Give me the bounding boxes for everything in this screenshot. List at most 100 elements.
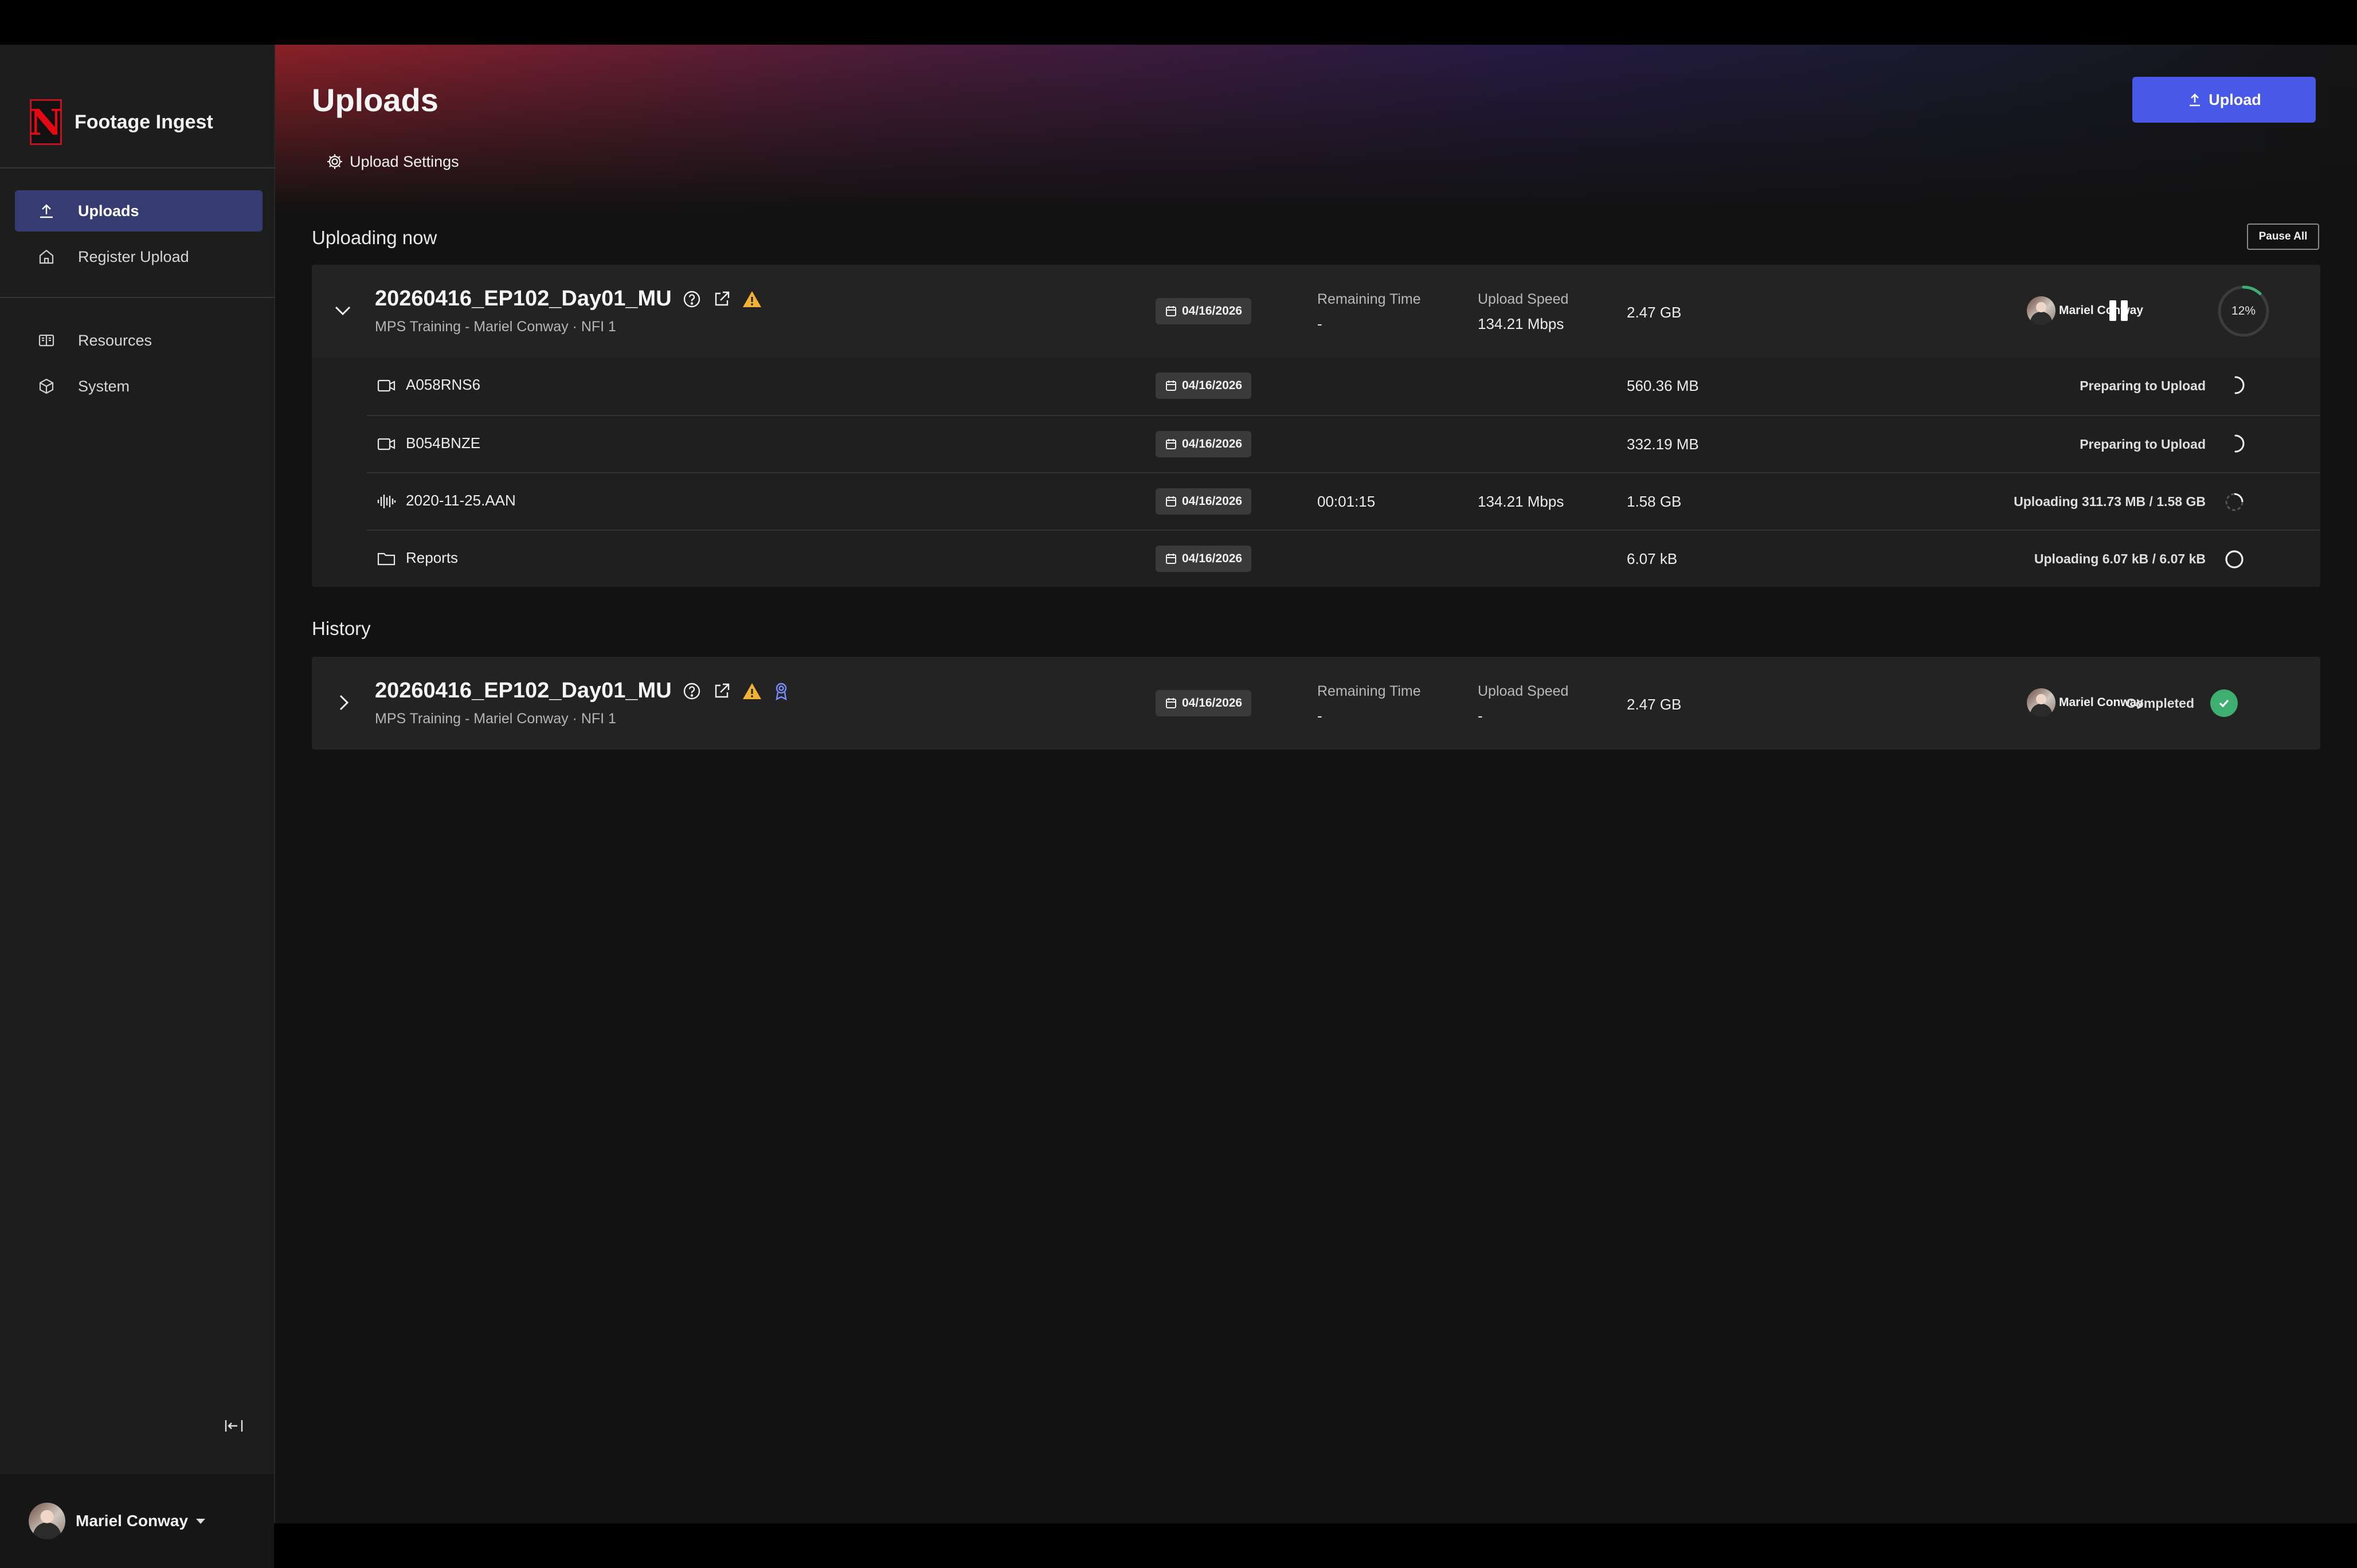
file-size: 6.07 kB xyxy=(1627,550,1678,567)
section-title-history: History xyxy=(312,618,371,639)
upload-icon xyxy=(37,201,56,221)
calendar-icon xyxy=(1166,439,1176,449)
app-title: Footage Ingest xyxy=(75,111,213,133)
collapse-sidebar-icon[interactable] xyxy=(222,1414,245,1437)
group-size: 2.47 GB xyxy=(1627,304,1682,321)
upload-speed-label: Upload Speed xyxy=(1478,683,1569,699)
user-menu[interactable]: Mariel Conway xyxy=(0,1474,274,1568)
sidebar-item-label: Register Upload xyxy=(78,248,189,265)
upload-group-card: 20260416_EP102_Day01_MU MPS Training - M… xyxy=(312,265,2320,587)
history-group-header[interactable]: 20260416_EP102_Day01_MU MPS Training - M… xyxy=(312,657,2320,750)
warning-icon xyxy=(742,681,762,701)
video-camera-icon xyxy=(377,438,396,450)
avatar xyxy=(29,1503,65,1539)
check-icon xyxy=(2210,689,2238,717)
calendar-icon xyxy=(1166,698,1176,708)
external-link-icon[interactable] xyxy=(712,681,731,701)
brand[interactable]: N Footage Ingest xyxy=(30,97,213,147)
netflix-logo: N xyxy=(30,99,62,145)
remaining-time-value: - xyxy=(1317,707,1322,724)
upload-group-header[interactable]: 20260416_EP102_Day01_MU MPS Training - M… xyxy=(312,265,2320,358)
pause-icon[interactable] xyxy=(2107,298,2130,323)
sidebar: N Footage Ingest Uploads Register Upload… xyxy=(0,45,275,1568)
date-chip: 04/16/2026 xyxy=(1156,488,1252,515)
file-row[interactable]: 2020-11-25.AAN 04/16/2026 00:01:15 134.2… xyxy=(367,472,2320,530)
file-size: 332.19 MB xyxy=(1627,436,1699,453)
spinner-icon xyxy=(2234,376,2245,394)
help-icon[interactable] xyxy=(682,289,702,309)
file-status: Uploading 6.07 kB / 6.07 kB xyxy=(2034,551,2206,566)
external-link-icon[interactable] xyxy=(712,289,731,309)
group-name: 20260416_EP102_Day01_MU xyxy=(375,679,672,703)
sidebar-divider xyxy=(0,297,275,298)
sidebar-divider xyxy=(0,167,275,168)
file-status: Uploading 311.73 MB / 1.58 GB xyxy=(2014,494,2206,509)
group-name: 20260416_EP102_Day01_MU xyxy=(375,287,672,311)
file-remaining-time: 00:01:15 xyxy=(1317,493,1376,510)
sidebar-item-uploads[interactable]: Uploads xyxy=(15,190,263,232)
home-icon xyxy=(37,247,56,266)
date-chip: 04/16/2026 xyxy=(1156,546,1252,572)
date-chip: 04/16/2026 xyxy=(1156,431,1252,457)
date-chip: 04/16/2026 xyxy=(1156,298,1252,324)
upload-button[interactable]: Upload xyxy=(2132,77,2316,123)
sidebar-item-system[interactable]: System xyxy=(15,366,263,407)
upload-settings-link[interactable]: Upload Settings xyxy=(326,152,459,171)
sidebar-item-resources[interactable]: Resources xyxy=(15,320,263,361)
date-chip: 04/16/2026 xyxy=(1156,373,1252,399)
gear-icon xyxy=(327,154,342,169)
user-name: Mariel Conway xyxy=(76,1512,189,1530)
chevron-down-icon xyxy=(196,1518,206,1524)
sidebar-item-label: Uploads xyxy=(78,202,139,219)
section-title-uploading: Uploading now xyxy=(312,227,437,248)
group-title: 20260416_EP102_Day01_MU xyxy=(375,287,762,311)
book-icon xyxy=(37,331,56,350)
calendar-icon xyxy=(1166,381,1176,391)
group-title: 20260416_EP102_Day01_MU xyxy=(375,679,790,703)
file-name: B054BNZE xyxy=(406,434,481,452)
cube-icon xyxy=(37,377,56,396)
folder-icon xyxy=(377,552,396,566)
date-chip: 04/16/2026 xyxy=(1156,690,1252,716)
warning-icon xyxy=(742,289,762,309)
badge-icon xyxy=(773,681,790,701)
file-size: 560.36 MB xyxy=(1627,377,1699,394)
file-status: Preparing to Upload xyxy=(2080,437,2206,452)
audio-waveform-icon xyxy=(377,495,396,508)
progress-percent: 12% xyxy=(2231,304,2256,317)
spinner-icon xyxy=(2234,434,2245,453)
video-camera-icon xyxy=(377,379,396,392)
group-status: Completed xyxy=(2126,696,2194,711)
file-row[interactable]: Reports 04/16/2026 6.07 kB Uploading 6.0… xyxy=(367,530,2320,587)
upload-speed-value: - xyxy=(1478,707,1483,724)
pause-all-button[interactable]: Pause All xyxy=(2247,224,2319,250)
remaining-time-value: - xyxy=(1317,315,1322,332)
calendar-icon xyxy=(1166,306,1176,316)
remaining-time-label: Remaining Time xyxy=(1317,683,1421,699)
history-group-card: 20260416_EP102_Day01_MU MPS Training - M… xyxy=(312,657,2320,750)
upload-speed-value: 134.21 Mbps xyxy=(1478,315,1564,332)
window-top-bar xyxy=(0,0,2357,45)
upload-speed-label: Upload Speed xyxy=(1478,291,1569,307)
calendar-icon xyxy=(1166,554,1176,564)
file-size: 1.58 GB xyxy=(1627,493,1682,510)
file-name: 2020-11-25.AAN xyxy=(406,492,516,509)
group-subtitle: MPS Training - Mariel Conway · NFI 1 xyxy=(375,319,616,335)
file-name: Reports xyxy=(406,549,459,566)
header-gradient xyxy=(275,45,2357,211)
chevron-down-icon[interactable] xyxy=(331,299,354,322)
sidebar-item-label: Resources xyxy=(78,331,152,349)
file-upload-speed: 134.21 Mbps xyxy=(1478,493,1564,510)
group-subtitle: MPS Training - Mariel Conway · NFI 1 xyxy=(375,711,616,727)
file-row[interactable]: A058RNS6 04/16/2026 560.36 MB Preparing … xyxy=(367,358,2320,414)
avatar xyxy=(2027,296,2055,325)
file-row[interactable]: B054BNZE 04/16/2026 332.19 MB Preparing … xyxy=(367,415,2320,472)
help-icon[interactable] xyxy=(682,681,702,701)
sidebar-item-register-upload[interactable]: Register Upload xyxy=(15,236,263,277)
sidebar-item-label: System xyxy=(78,377,130,395)
upload-button-label: Upload xyxy=(2209,91,2261,108)
upload-icon xyxy=(2190,93,2201,107)
chevron-right-icon[interactable] xyxy=(332,691,355,714)
file-name: A058RNS6 xyxy=(406,376,481,393)
progress-circle-icon xyxy=(2225,550,2244,569)
